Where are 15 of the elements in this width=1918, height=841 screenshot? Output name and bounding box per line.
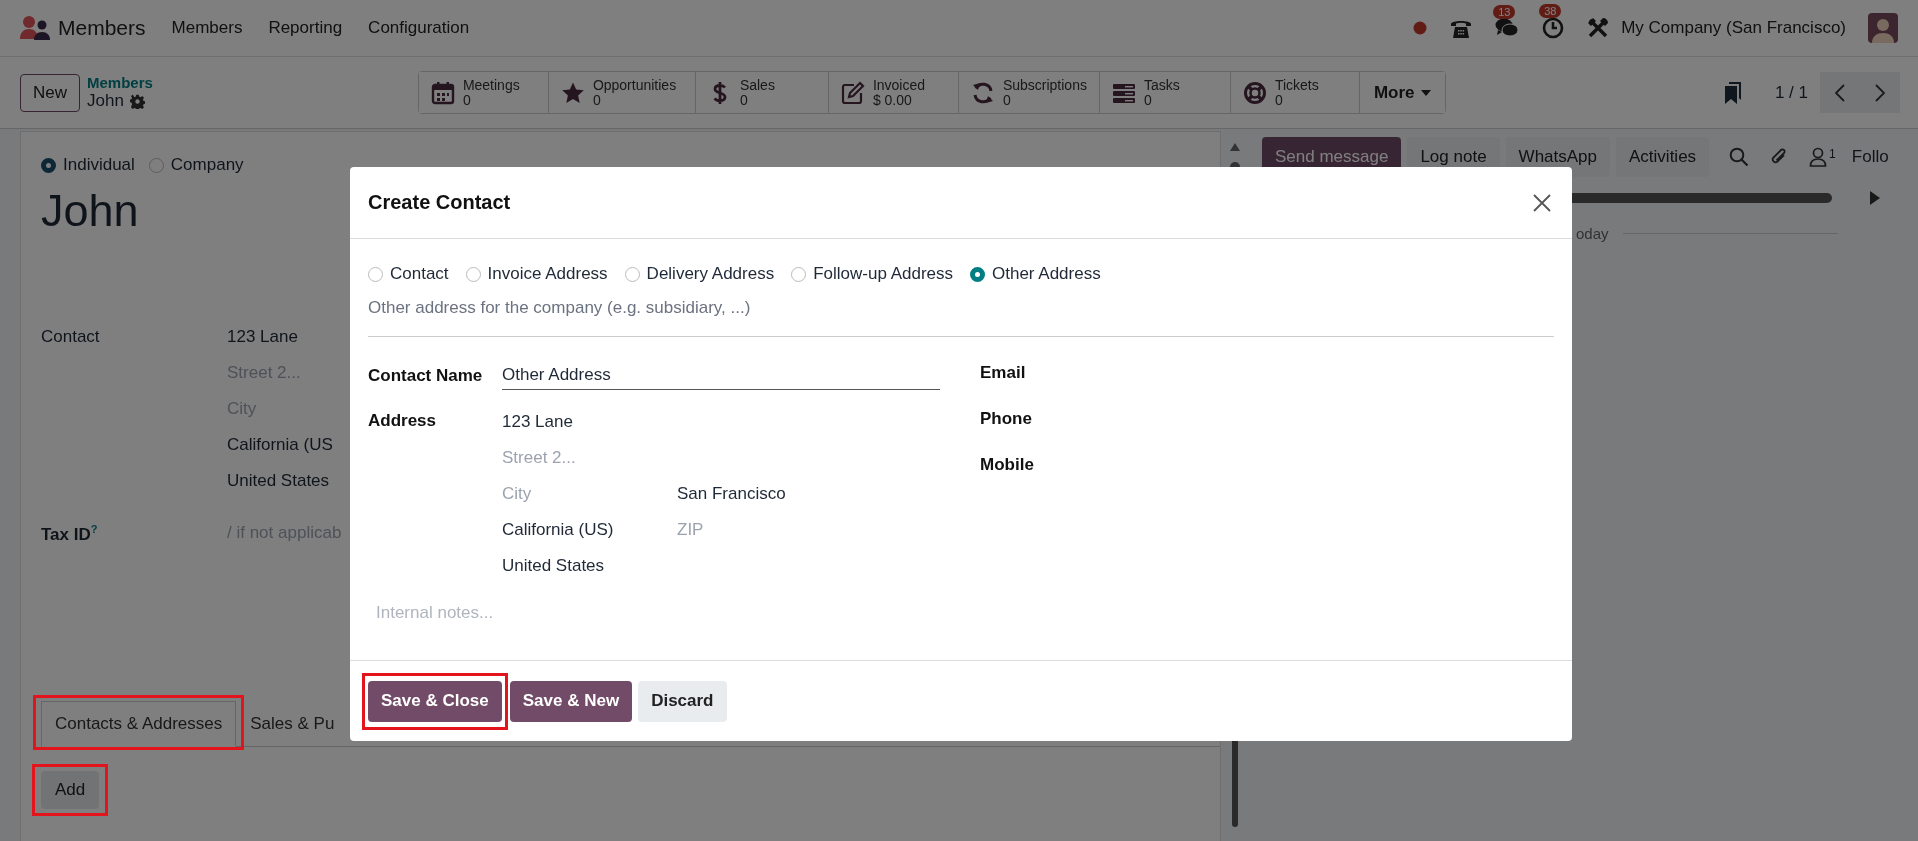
- field-label: Tax ID$^{?}$: [41, 522, 99, 546]
- date-divider: oday: [1576, 225, 1609, 242]
- contact-name: John: [41, 185, 139, 237]
- field-label: Contact: [41, 326, 101, 348]
- help-text: Other address for the company (e.g. subsidiary, ...): [368, 298, 752, 318]
- field-label: Address: [368, 410, 438, 432]
- field-label: Phone: [980, 409, 1033, 429]
- counter-badge: 38: [1539, 4, 1562, 18]
- counter-badge: 13: [1493, 5, 1516, 19]
- dialog-title: Create Contact: [368, 191, 511, 214]
- field-label: Email: [980, 363, 1027, 383]
- follower-count: 1: [1829, 147, 1836, 161]
- field-label: Mobile: [980, 455, 1034, 475]
- record-title: John: [87, 91, 124, 111]
- field-label: Contact Name: [368, 365, 484, 386]
